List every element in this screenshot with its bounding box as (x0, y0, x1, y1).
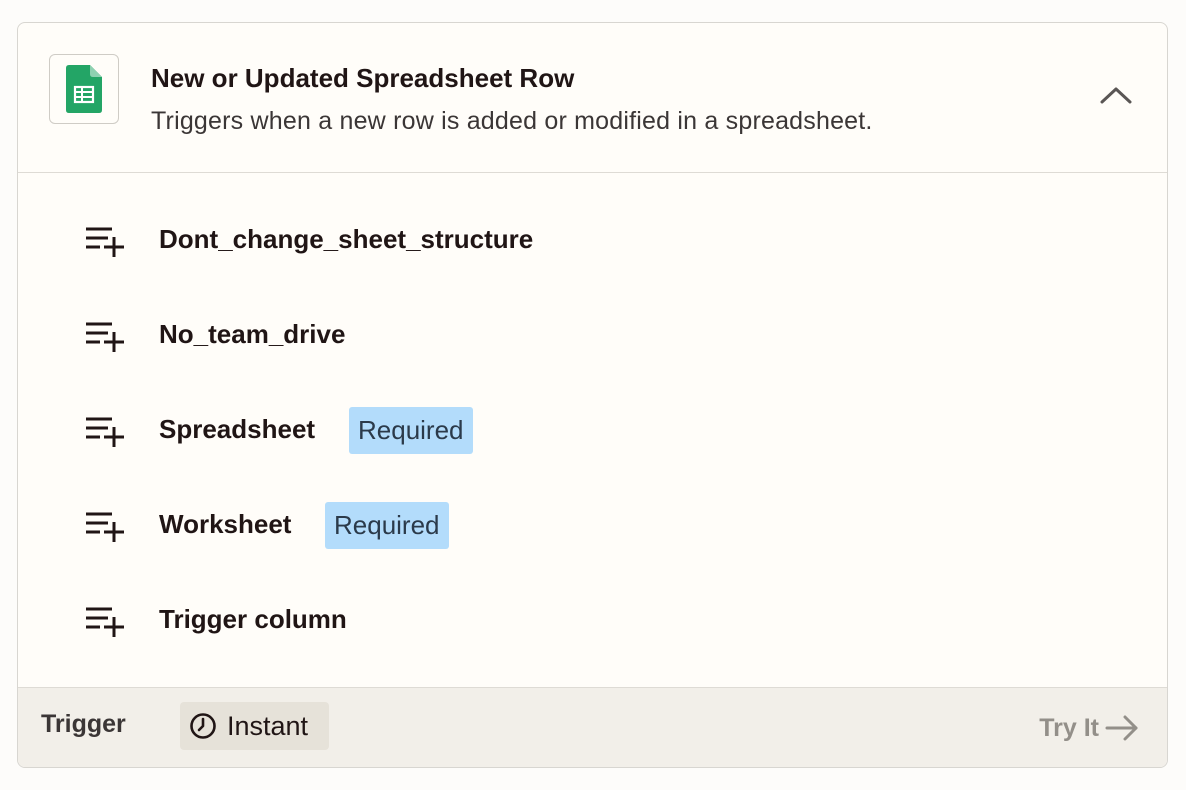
add-field-icon (86, 512, 124, 542)
step-type-label: Trigger (41, 710, 126, 738)
trigger-card-footer: Trigger Instant Try It (18, 687, 1167, 767)
clock-icon (190, 713, 216, 739)
field-row-trigger-column[interactable]: Trigger column (18, 591, 1167, 651)
trigger-description: Triggers when a new row is added or modi… (151, 107, 873, 135)
chevron-up-icon (1100, 87, 1132, 104)
try-it-label: Try It (1039, 713, 1099, 742)
google-sheets-icon (66, 65, 102, 113)
trigger-title: New or Updated Spreadsheet Row (151, 63, 575, 93)
add-field-icon (86, 417, 124, 447)
field-label: No_team_drive (159, 319, 346, 349)
add-field-icon (86, 322, 124, 352)
field-label: Worksheet (159, 509, 292, 539)
field-label: Spreadsheet (159, 414, 316, 444)
trigger-card-header[interactable]: New or Updated Spreadsheet Row Triggers … (18, 23, 1167, 173)
field-row-spreadsheet[interactable]: Spreadsheet Required (18, 401, 1167, 461)
arrow-right-icon (1105, 715, 1138, 741)
required-badge: Required (349, 407, 473, 454)
field-row-dont-change-sheet-structure[interactable]: Dont_change_sheet_structure (18, 211, 1167, 271)
add-field-icon (86, 607, 124, 637)
field-row-no-team-drive[interactable]: No_team_drive (18, 306, 1167, 366)
field-label: Dont_change_sheet_structure (159, 224, 534, 254)
add-field-icon (86, 227, 124, 257)
app-icon-container (49, 54, 119, 124)
collapse-button[interactable] (1096, 79, 1136, 111)
field-label: Trigger column (159, 604, 347, 634)
required-badge: Required (325, 502, 449, 549)
try-it-button[interactable]: Try It (1039, 708, 1139, 748)
field-row-worksheet[interactable]: Worksheet Required (18, 496, 1167, 556)
instant-badge: Instant (180, 702, 329, 750)
trigger-card: New or Updated Spreadsheet Row Triggers … (17, 22, 1168, 768)
instant-label: Instant (227, 710, 309, 741)
